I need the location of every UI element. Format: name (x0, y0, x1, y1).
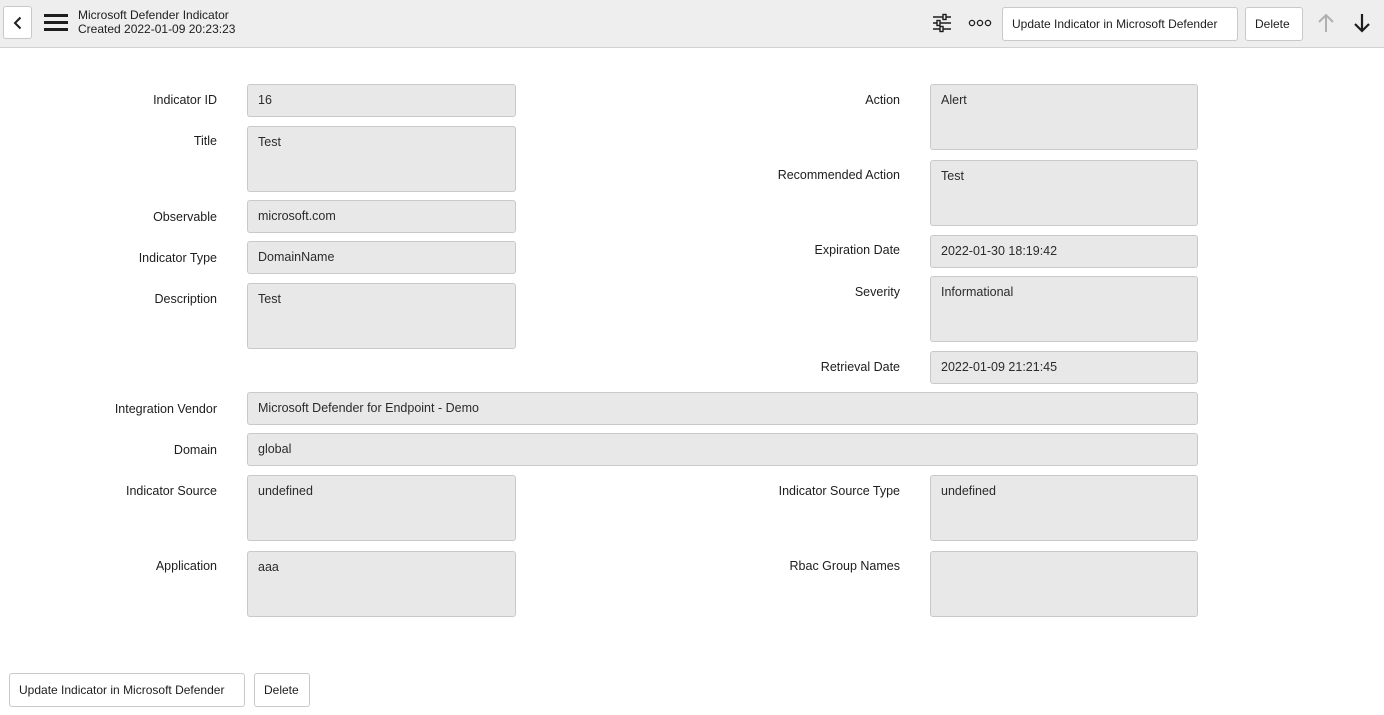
domain-field[interactable]: global (247, 433, 1198, 466)
indicator-source-field[interactable]: undefined (247, 475, 516, 541)
indicator-id-label: Indicator ID (153, 93, 217, 107)
more-icon (968, 19, 992, 27)
recommended-action-label: Recommended Action (777, 168, 900, 182)
arrow-down-icon (1354, 14, 1370, 33)
previous-record-button[interactable] (1314, 10, 1338, 36)
delete-button[interactable]: Delete (1245, 7, 1303, 41)
update-indicator-button[interactable]: Update Indicator in Microsoft Defender (1002, 7, 1238, 41)
retrieval-date-field[interactable]: 2022-01-09 21:21:45 (930, 351, 1198, 384)
back-button[interactable] (3, 6, 32, 39)
application-label: Application (155, 559, 217, 573)
form-header: Microsoft Defender Indicator Created 202… (0, 0, 1384, 48)
indicator-source-type-label: Indicator Source Type (778, 484, 900, 498)
recommended-action-field[interactable]: Test (930, 160, 1198, 226)
indicator-type-label: Indicator Type (138, 251, 217, 265)
integration-vendor-label: Integration Vendor (114, 402, 217, 416)
indicator-type-field[interactable]: DomainName (247, 241, 516, 274)
expiration-date-field[interactable]: 2022-01-30 18:19:42 (930, 235, 1198, 268)
indicator-source-label: Indicator Source (125, 484, 217, 498)
footer-delete-button[interactable]: Delete (254, 673, 310, 707)
hamburger-menu-icon[interactable] (44, 14, 68, 33)
personalize-form-button[interactable] (930, 10, 954, 36)
chevron-left-icon (13, 16, 21, 29)
title-label: Title (193, 134, 217, 148)
expiration-date-label: Expiration Date (814, 243, 900, 257)
rbac-group-names-label: Rbac Group Names (789, 559, 900, 573)
observable-label: Observable (153, 210, 217, 224)
application-field[interactable]: aaa (247, 551, 516, 617)
severity-field[interactable]: Informational (930, 276, 1198, 342)
footer-update-indicator-button[interactable]: Update Indicator in Microsoft Defender (9, 673, 245, 707)
arrow-up-icon (1318, 13, 1334, 32)
integration-vendor-field[interactable]: Microsoft Defender for Endpoint - Demo (247, 392, 1198, 425)
rbac-group-names-field[interactable] (930, 551, 1198, 617)
sliders-icon (933, 13, 951, 33)
page-title: Microsoft Defender Indicator (78, 8, 229, 22)
retrieval-date-label: Retrieval Date (820, 360, 900, 374)
indicator-source-type-field[interactable]: undefined (930, 475, 1198, 541)
severity-label: Severity (854, 285, 900, 299)
description-field[interactable]: Test (247, 283, 516, 349)
observable-field[interactable]: microsoft.com (247, 200, 516, 233)
domain-label: Domain (173, 443, 217, 457)
indicator-id-field[interactable]: 16 (247, 84, 516, 117)
more-options-button[interactable] (967, 10, 993, 36)
created-timestamp: Created 2022-01-09 20:23:23 (78, 22, 236, 36)
title-field[interactable]: Test (247, 126, 516, 192)
action-label: Action (865, 93, 900, 107)
record-title-block: Microsoft Defender Indicator Created 202… (78, 8, 235, 36)
action-field[interactable]: Alert (930, 84, 1198, 150)
description-label: Description (154, 292, 217, 306)
next-record-button[interactable] (1350, 10, 1374, 36)
